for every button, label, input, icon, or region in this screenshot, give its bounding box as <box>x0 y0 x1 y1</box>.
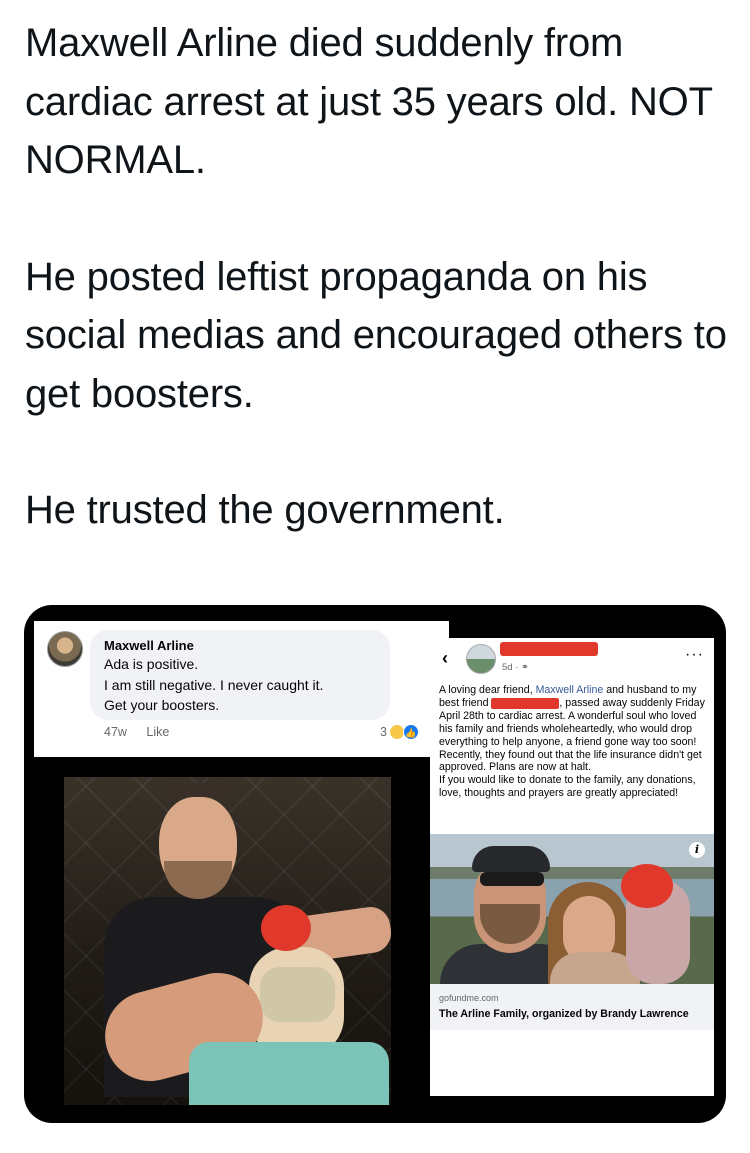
globe-icon: ⚭ <box>521 662 529 673</box>
face-redaction <box>621 864 673 908</box>
comment-line-2: I am still negative. I never caught it. <box>104 676 324 693</box>
comment-line-1: Ada is positive. <box>104 656 199 672</box>
info-icon: i <box>689 842 705 858</box>
post-time-text: 5d <box>502 662 513 673</box>
name-redaction <box>491 697 560 709</box>
comment-like-link: Like <box>146 725 170 739</box>
post-header: ‹ 5d · ⚭ ··· <box>430 638 714 686</box>
post-paragraph-1: A loving dear friend, Maxwell Arline and… <box>439 684 709 749</box>
avatar <box>47 631 83 667</box>
post-time: 5d · ⚭ <box>502 662 529 673</box>
link-title: The Arline Family, organized by Brandy L… <box>439 1008 689 1020</box>
post-body-link: Maxwell Arline <box>535 684 604 696</box>
facebook-post-screenshot: ‹ 5d · ⚭ ··· A loving dear friend, Maxwe… <box>430 638 714 1096</box>
tweet-text: Maxwell Arline died suddenly from cardia… <box>25 14 735 540</box>
face-redaction <box>261 905 311 951</box>
more-options-icon: ··· <box>685 646 704 663</box>
gofundme-link-card: gofundme.com The Arline Family, organize… <box>430 984 714 1030</box>
post-family-photo: i <box>430 834 714 984</box>
photo-figure <box>480 872 544 886</box>
like-reaction-icon: 👍 <box>402 724 419 740</box>
comment-author: Maxwell Arline <box>104 638 194 653</box>
reaction-count: 3 <box>380 725 387 739</box>
tweet-paragraph-3: He trusted the government. <box>25 488 505 532</box>
tweet-media-image[interactable]: Maxwell Arline Ada is positive. I am sti… <box>24 605 726 1123</box>
tweet-paragraph-1: Maxwell Arline died suddenly from cardia… <box>25 21 713 182</box>
comment-meta: 47w Like <box>104 725 185 739</box>
photo-figure <box>189 1042 389 1105</box>
photo-man-holding-baby <box>64 777 391 1105</box>
avatar <box>466 644 496 674</box>
post-paragraph-2: Recently, they found out that the life i… <box>439 748 702 774</box>
comment-time: 47w <box>104 725 127 739</box>
facebook-comment-screenshot: Maxwell Arline Ada is positive. I am sti… <box>34 621 449 757</box>
comment-bubble: Maxwell Arline Ada is positive. I am sti… <box>90 630 390 720</box>
photo-figure <box>472 846 550 872</box>
tweet-paragraph-2: He posted leftist propaganda on his soci… <box>25 254 727 416</box>
back-arrow-icon: ‹ <box>442 648 448 668</box>
comment-line-3: Get your boosters. <box>104 697 220 713</box>
comment-reactions: 3 👍 <box>380 724 419 740</box>
post-body: A loving dear friend, Maxwell Arline and… <box>439 684 709 800</box>
photo-figure <box>260 967 335 1022</box>
photo-figure <box>167 783 229 797</box>
post-body-intro: A loving dear friend, <box>439 684 533 696</box>
name-redaction <box>500 642 598 656</box>
post-paragraph-3: If you would like to donate to the famil… <box>439 774 696 800</box>
link-domain: gofundme.com <box>439 993 499 1003</box>
